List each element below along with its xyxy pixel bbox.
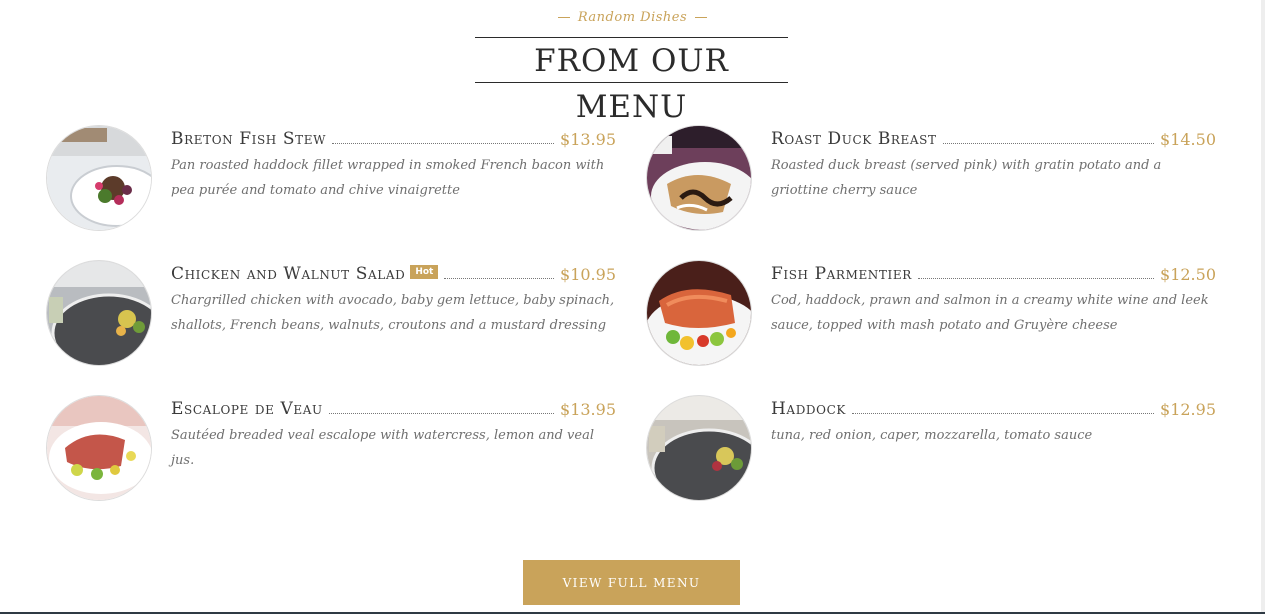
dish-photo[interactable] [646,260,752,366]
section-subtitle: Random Dishes [0,10,1265,25]
section-title: FROM OUR MENU [534,43,729,125]
dish-price: $13.95 [560,130,616,149]
dish-name[interactable]: Fish Parmentier [771,264,912,284]
price-leader-dots [328,412,555,414]
menu-item[interactable]: Chicken and Walnut Salad Hot $10.95 Char… [46,260,616,370]
view-full-menu-button[interactable]: VIEW FULL MENU [523,560,740,605]
price-leader-dots [917,277,1155,279]
dish-photo[interactable] [646,395,752,501]
dish-price: $13.95 [560,400,616,419]
dish-description: Cod, haddock, prawn and salmon in a crea… [771,293,1209,333]
price-leader-dots [851,412,1155,414]
price-leader-dots [332,142,555,144]
page-right-edge [1261,0,1265,614]
dish-name[interactable]: Breton Fish Stew [171,129,326,149]
dish-price: $14.50 [1160,130,1216,149]
item-title-row: Chicken and Walnut Salad Hot $10.95 [171,262,616,284]
item-title-row: Escalope de Veau $13.95 [171,397,616,419]
price-leader-dots [444,277,555,279]
item-title-row: Roast Duck Breast $14.50 [771,127,1216,149]
subtitle-dash-right [695,17,708,18]
item-title-row: Fish Parmentier $12.50 [771,262,1216,284]
item-title-row: Breton Fish Stew $13.95 [171,127,616,149]
hot-badge: Hot [410,265,439,279]
dish-photo[interactable] [646,125,752,231]
subtitle-text: Random Dishes [577,10,688,25]
dish-description: Sautéed breaded veal escalope with water… [171,428,595,468]
dish-price: $10.95 [560,265,616,284]
dish-price: $12.50 [1160,265,1216,284]
dish-description: Chargrilled chicken with avocado, baby g… [171,293,615,333]
menu-item[interactable]: Breton Fish Stew $13.95 Pan roasted hadd… [46,125,616,235]
item-title-row: Haddock $12.95 [771,397,1216,419]
dish-name[interactable]: Roast Duck Breast [771,129,937,149]
dish-name[interactable]: Chicken and Walnut Salad [171,264,405,284]
section-title-box: FROM OUR MENU [475,37,788,125]
dish-photo[interactable] [46,395,152,501]
subtitle-dash-left [557,17,570,18]
dish-price: $12.95 [1160,400,1216,419]
dish-name[interactable]: Haddock [771,399,846,419]
dish-photo[interactable] [46,260,152,366]
dish-description: Pan roasted haddock fillet wrapped in sm… [171,158,605,198]
dish-photo[interactable] [46,125,152,231]
menu-item[interactable]: Roast Duck Breast $14.50 Roasted duck br… [646,125,1216,235]
dish-description: Roasted duck breast (served pink) with g… [771,158,1162,198]
menu-item[interactable]: Fish Parmentier $12.50 Cod, haddock, pra… [646,260,1216,370]
dish-name[interactable]: Escalope de Veau [171,399,323,419]
price-leader-dots [942,142,1155,144]
menu-item[interactable]: Escalope de Veau $13.95 Sautéed breaded … [46,395,616,505]
menu-item[interactable]: Haddock $12.95 tuna, red onion, caper, m… [646,395,1216,505]
dish-description: tuna, red onion, caper, mozzarella, toma… [771,428,1093,443]
